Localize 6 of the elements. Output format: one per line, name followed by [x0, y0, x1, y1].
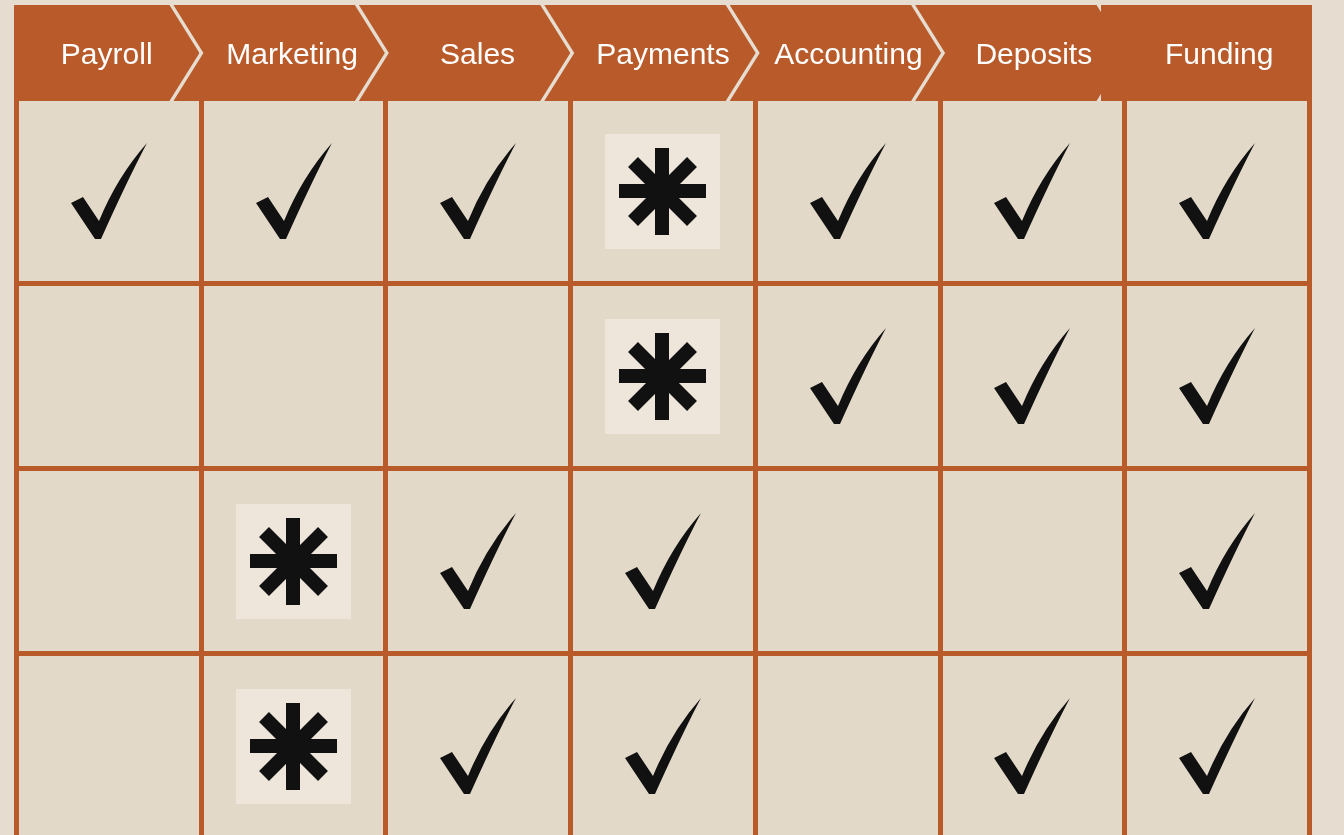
- asterisk-icon: [605, 133, 721, 249]
- column-header: Payroll: [14, 5, 200, 101]
- asterisk-icon: [605, 318, 721, 434]
- column-header: Funding: [1100, 5, 1312, 101]
- asterisk-icon: [236, 688, 352, 804]
- asterisk-icon: [236, 503, 352, 619]
